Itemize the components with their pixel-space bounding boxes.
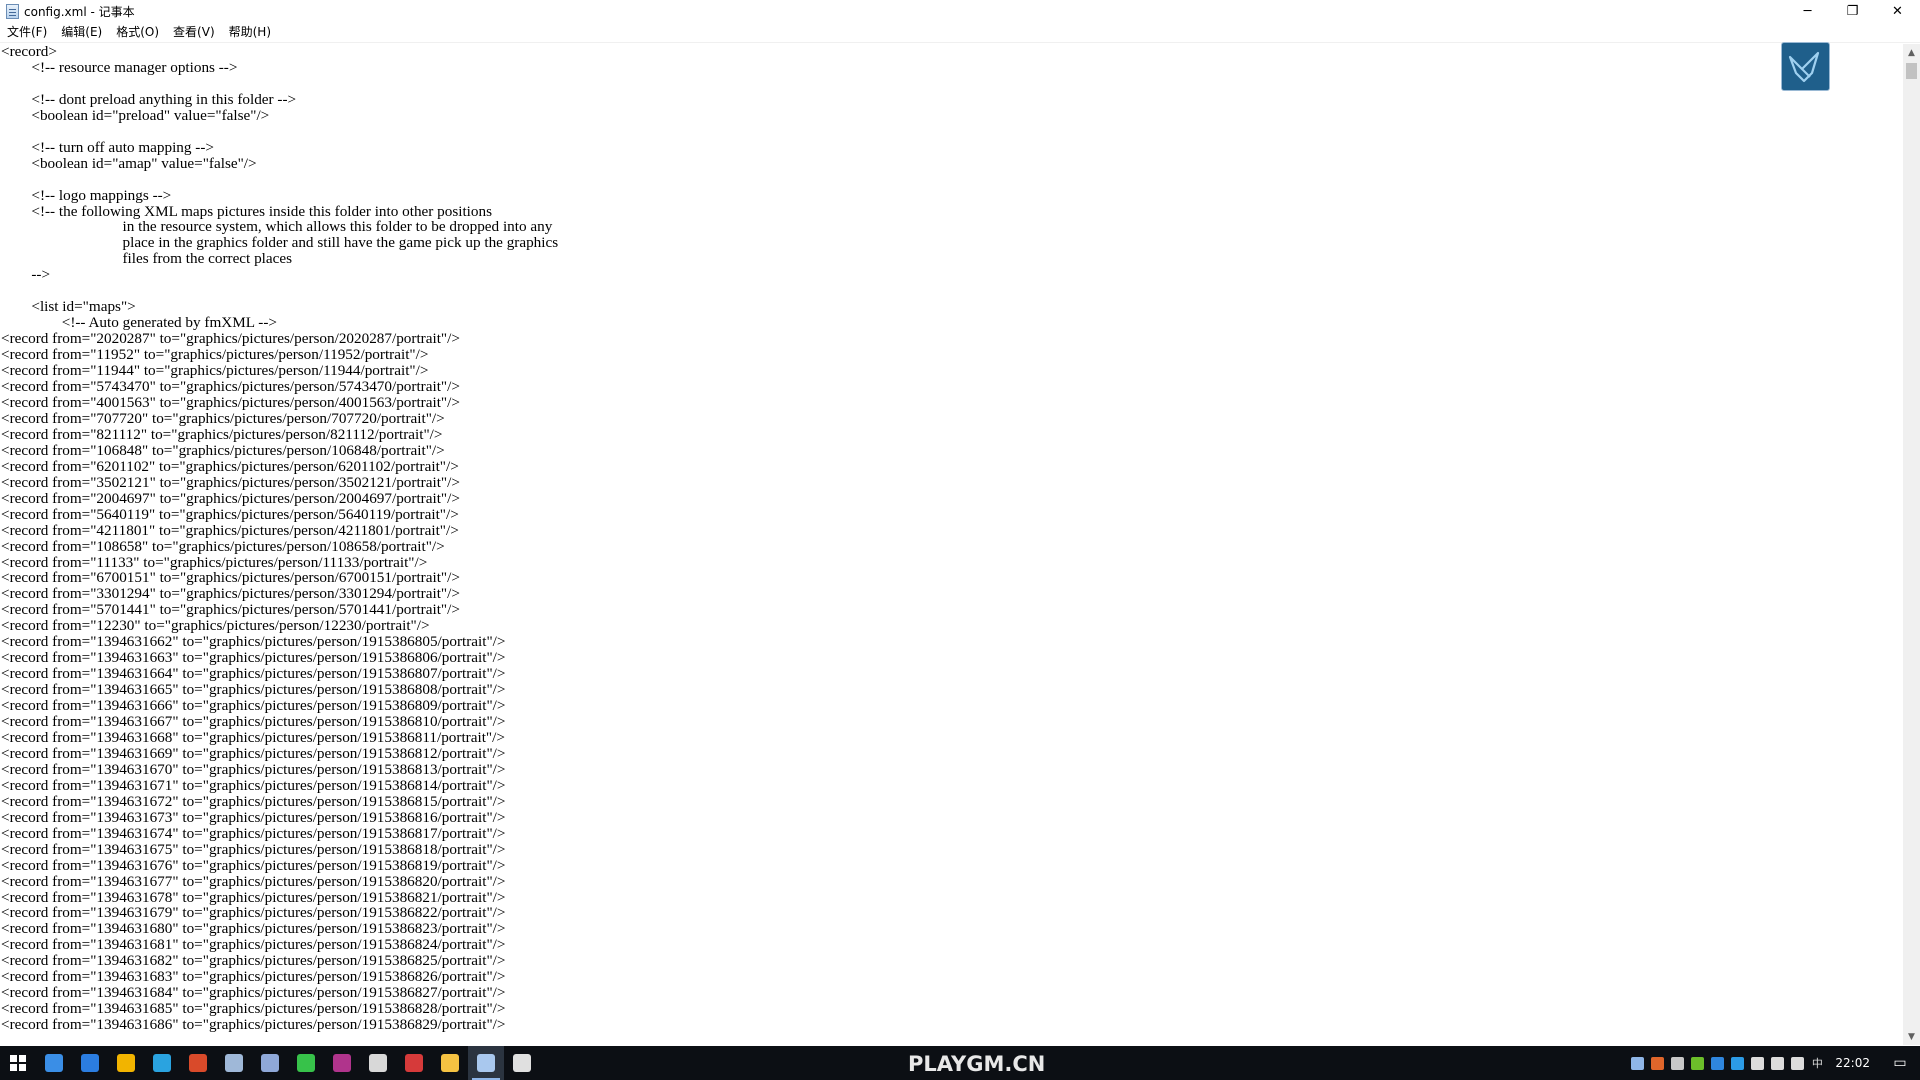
office-tray-icon-glyph [1650, 1056, 1664, 1070]
taskbar-app-button[interactable] [504, 1046, 540, 1080]
scroll-down-button[interactable]: ▼ [1903, 1028, 1920, 1045]
steam-tray-icon-glyph [1630, 1056, 1644, 1070]
wechat-icon [297, 1054, 315, 1072]
menu-format[interactable]: 格式(O) [109, 22, 166, 42]
office-tray-icon[interactable] [1647, 1046, 1667, 1080]
tencent-tray-icon[interactable] [1727, 1046, 1747, 1080]
chrome-icon [117, 1054, 135, 1072]
system-tray: 中 22:02 ▭ [1627, 1046, 1920, 1080]
wifi-tray-icon[interactable] [1767, 1046, 1787, 1080]
media-app-icon [333, 1054, 351, 1072]
taskbar-app-button[interactable] [396, 1046, 432, 1080]
taskbar-pinned-apps [36, 1046, 540, 1080]
store-icon [81, 1054, 99, 1072]
keyboard-tray-icon-glyph [1670, 1056, 1684, 1070]
volume-tray-icon-glyph [1790, 1056, 1804, 1070]
file-explorer-icon [441, 1054, 459, 1072]
vertical-scrollbar[interactable]: ▲ ▼ [1903, 44, 1920, 1045]
taskbar-app-button[interactable] [180, 1046, 216, 1080]
text-editor[interactable]: <record> <!-- resource manager options -… [0, 44, 1903, 1045]
clock[interactable]: 22:02 [1827, 1056, 1880, 1070]
ime-indicator[interactable]: 中 [1807, 1046, 1827, 1080]
scrollbar-thumb[interactable] [1906, 63, 1917, 79]
browser-icon [153, 1054, 171, 1072]
taskbar-app-button[interactable] [432, 1046, 468, 1080]
taskbar-app-button[interactable] [324, 1046, 360, 1080]
taskbar-app-button[interactable] [36, 1046, 72, 1080]
z-app-icon [405, 1054, 423, 1072]
steam-tray-icon[interactable] [1627, 1046, 1647, 1080]
taskbar-app-button[interactable] [288, 1046, 324, 1080]
bird-logo-icon [1788, 51, 1820, 83]
tencent-tray-icon-glyph [1730, 1056, 1744, 1070]
wifi-tray-icon-glyph [1770, 1056, 1784, 1070]
taskbar-app-button[interactable] [108, 1046, 144, 1080]
close-button[interactable]: ✕ [1875, 0, 1920, 22]
steam-icon [225, 1054, 243, 1072]
dropbox-tray-icon-glyph [1710, 1056, 1724, 1070]
notification-center-button[interactable]: ▭ [1880, 1046, 1920, 1080]
taskbar-app-button[interactable] [216, 1046, 252, 1080]
window-controls: ─ ❐ ✕ [1785, 0, 1920, 22]
menu-bar: 文件(F) 编辑(E) 格式(O) 查看(V) 帮助(H) [0, 22, 1920, 43]
circle-app-icon [369, 1054, 387, 1072]
menu-help[interactable]: 帮助(H) [222, 22, 278, 42]
nvidia-tray-icon-glyph [1690, 1056, 1704, 1070]
volume-tray-icon[interactable] [1787, 1046, 1807, 1080]
windows-logo-icon [10, 1055, 26, 1071]
scroll-up-button[interactable]: ▲ [1903, 44, 1920, 61]
window-title: config.xml - 记事本 [24, 4, 135, 19]
game-icon [189, 1054, 207, 1072]
maximize-button[interactable]: ❐ [1830, 0, 1875, 22]
taskbar-app-button[interactable] [360, 1046, 396, 1080]
fm-app-icon [513, 1054, 531, 1072]
dropbox-tray-icon[interactable] [1707, 1046, 1727, 1080]
notepad-icon [6, 3, 19, 19]
taskbar-app-button[interactable] [252, 1046, 288, 1080]
floating-app-button[interactable] [1781, 42, 1830, 91]
taskbar-app-button[interactable] [72, 1046, 108, 1080]
taskbar-app-button[interactable] [144, 1046, 180, 1080]
keyboard-tray-icon[interactable] [1667, 1046, 1687, 1080]
watermark-text: PLAYGM.CN [908, 1052, 1046, 1076]
start-button[interactable] [0, 1046, 36, 1080]
battery-tray-icon[interactable] [1747, 1046, 1767, 1080]
taskbar-app-button[interactable] [468, 1046, 504, 1080]
menu-file[interactable]: 文件(F) [0, 22, 54, 42]
menu-view[interactable]: 查看(V) [166, 22, 222, 42]
task-view-icon [45, 1054, 63, 1072]
notepad-icon [477, 1054, 495, 1072]
minimize-button[interactable]: ─ [1785, 0, 1830, 22]
network-app-icon [261, 1054, 279, 1072]
battery-tray-icon-glyph [1750, 1056, 1764, 1070]
menu-edit[interactable]: 编辑(E) [54, 22, 109, 42]
nvidia-tray-icon[interactable] [1687, 1046, 1707, 1080]
tray-icons [1627, 1046, 1807, 1080]
title-bar: config.xml - 记事本 ─ ❐ ✕ [0, 0, 1920, 22]
editor-content[interactable]: <record> <!-- resource manager options -… [0, 44, 1903, 1033]
